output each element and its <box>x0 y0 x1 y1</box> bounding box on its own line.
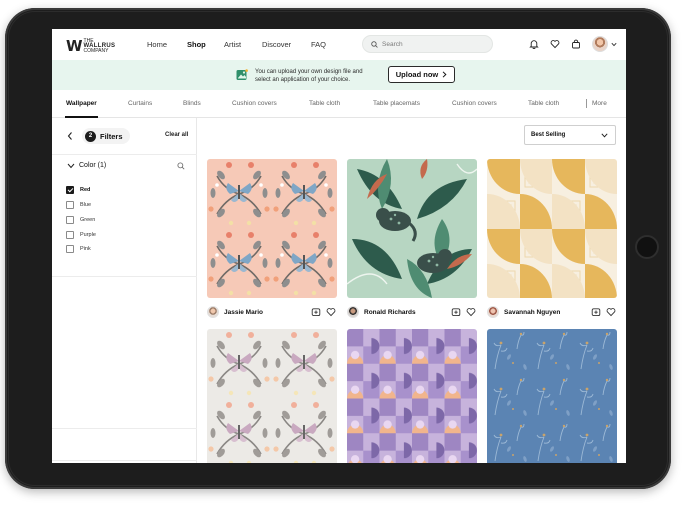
product-meta: Jassie Mario <box>207 304 337 320</box>
bag-icon[interactable] <box>571 39 581 49</box>
top-header: W THE WALLRUS COMPANY Home Shop Artist D… <box>52 29 626 60</box>
logo-mark: W <box>66 37 83 55</box>
checkbox[interactable] <box>66 245 74 253</box>
search-box[interactable] <box>362 35 493 53</box>
color-option-red[interactable]: Red <box>66 185 90 195</box>
heart-icon[interactable] <box>326 307 336 317</box>
nav-artist[interactable]: Artist <box>224 40 241 49</box>
nav-faq[interactable]: FAQ <box>311 40 326 49</box>
option-label: Red <box>80 187 91 193</box>
product-image-butterfly-grey[interactable] <box>207 329 337 463</box>
artist-avatar[interactable] <box>207 306 219 318</box>
color-option-green[interactable]: Green <box>66 215 95 225</box>
nav-discover[interactable]: Discover <box>262 40 291 49</box>
heart-icon[interactable] <box>606 307 616 317</box>
checkbox[interactable] <box>66 231 74 239</box>
heart-icon[interactable] <box>550 39 560 49</box>
search-icon[interactable] <box>177 162 185 170</box>
tab-more[interactable]: More <box>592 100 607 107</box>
product-image-geometric-mustard[interactable] <box>487 159 617 298</box>
color-filter-header[interactable]: Color (1) <box>52 155 197 177</box>
option-label: Blue <box>80 202 92 208</box>
search-icon <box>371 40 378 48</box>
category-tabs: Wallpaper Curtains Blinds Cushion covers… <box>52 90 626 118</box>
tab-curtains[interactable]: Curtains <box>128 100 152 107</box>
checkbox[interactable] <box>66 201 74 209</box>
app-screen: W THE WALLRUS COMPANY Home Shop Artist D… <box>52 29 626 463</box>
filters-header: 2 Filters Clear all <box>52 118 197 155</box>
tab-wallpaper[interactable]: Wallpaper <box>66 100 97 107</box>
bell-icon[interactable] <box>529 39 539 49</box>
artist-name[interactable]: Savannah Nguyen <box>504 309 560 316</box>
product-image-geometric-lavender[interactable] <box>347 329 477 463</box>
section-divider <box>52 276 197 277</box>
home-button[interactable] <box>635 235 659 259</box>
product-image-botanical-blue[interactable] <box>487 329 617 463</box>
logo-line-3: COMPANY <box>83 47 109 54</box>
color-option-purple[interactable]: Purple <box>66 230 96 240</box>
checkbox[interactable] <box>66 216 74 224</box>
tab-blinds[interactable]: Blinds <box>183 100 201 107</box>
filter-count-badge: 2 <box>85 130 96 142</box>
avatar <box>592 36 608 52</box>
heart-icon[interactable] <box>466 307 476 317</box>
color-option-blue[interactable]: Blue <box>66 200 91 210</box>
option-label: Green <box>80 217 96 223</box>
tab-table-placemats[interactable]: Table placemats <box>373 100 420 107</box>
chevron-down-icon <box>611 42 617 46</box>
sort-dropdown[interactable]: Best Selling <box>524 125 616 145</box>
artist-avatar[interactable] <box>487 306 499 318</box>
artist-avatar[interactable] <box>347 306 359 318</box>
option-label: Purple <box>80 232 96 238</box>
account-menu[interactable] <box>592 36 617 52</box>
add-to-board-icon[interactable] <box>311 307 321 317</box>
sort-selected-value: Best Selling <box>531 132 566 138</box>
banner-text: You can upload your own design file and … <box>255 69 363 83</box>
product-image-tropical-leopard[interactable] <box>347 159 477 298</box>
option-label: Pink <box>80 246 91 252</box>
color-option-pink[interactable]: Pink <box>66 244 91 254</box>
chevron-right-icon <box>442 71 447 78</box>
tab-divider <box>586 99 587 108</box>
product-area: Best Selling Jassie Mario Ronald Richard… <box>197 118 626 463</box>
checkbox-checked[interactable] <box>66 186 74 194</box>
chevron-left-icon[interactable] <box>66 131 74 141</box>
add-to-board-icon[interactable] <box>591 307 601 317</box>
search-input[interactable] <box>382 40 482 48</box>
filters-label: Filters <box>100 131 123 141</box>
clear-all-button[interactable]: Clear all <box>165 132 188 138</box>
tab-cushion-covers[interactable]: Cushion covers <box>232 100 277 107</box>
upload-now-label: Upload now <box>395 70 439 79</box>
upload-banner: You can upload your own design file and … <box>52 60 626 90</box>
artist-name[interactable]: Ronald Richards <box>364 309 416 316</box>
tab-table-cloth-2[interactable]: Table cloth <box>528 100 559 107</box>
product-image-butterfly-peach[interactable] <box>207 159 337 298</box>
upload-image-icon <box>236 69 248 80</box>
brand-logo[interactable]: W THE WALLRUS COMPANY <box>66 37 115 55</box>
product-meta: Savannah Nguyen <box>487 304 617 320</box>
filters-pill[interactable]: 2 Filters <box>82 128 130 144</box>
section-divider <box>52 460 197 461</box>
tab-cushion-covers-2[interactable]: Cushion covers <box>452 100 497 107</box>
product-meta: Ronald Richards <box>347 304 477 320</box>
filter-sidebar: 2 Filters Clear all Color (1) Red Blue G… <box>52 118 197 463</box>
add-to-board-icon[interactable] <box>451 307 461 317</box>
section-divider <box>52 428 197 429</box>
nav-home[interactable]: Home <box>147 40 167 49</box>
chevron-down-icon <box>601 133 608 138</box>
chevron-down-icon <box>67 163 75 169</box>
nav-shop[interactable]: Shop <box>187 40 206 49</box>
color-filter-title: Color (1) <box>79 162 107 169</box>
tab-table-cloth[interactable]: Table cloth <box>309 100 340 107</box>
artist-name[interactable]: Jassie Mario <box>224 309 263 316</box>
upload-now-button[interactable]: Upload now <box>388 66 455 83</box>
